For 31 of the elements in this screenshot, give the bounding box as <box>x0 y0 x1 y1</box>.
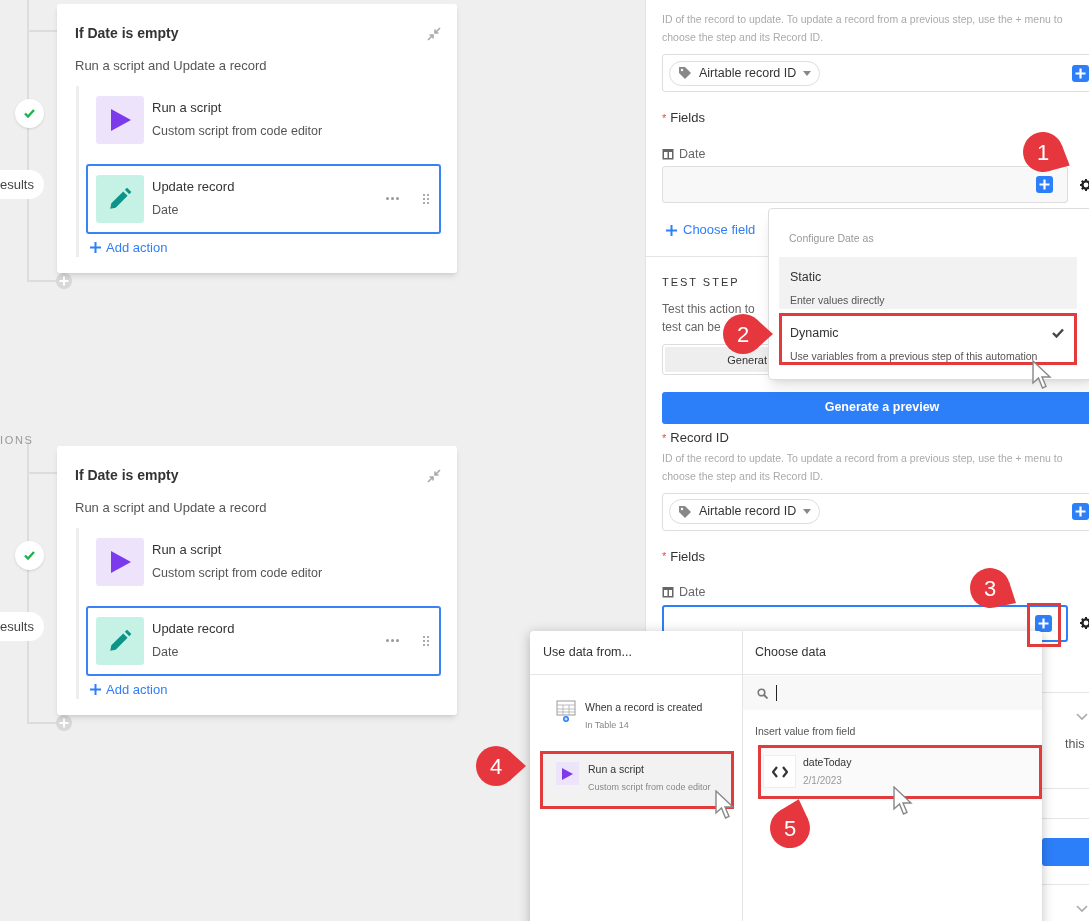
fields-label: Fields <box>670 547 705 566</box>
condition-subtitle: Run a script and Update a record <box>75 499 268 517</box>
action-subtitle: Custom script from code editor <box>152 123 324 141</box>
menu-heading: Configure Date as <box>788 231 875 246</box>
condition-title: If Date is empty <box>75 466 179 485</box>
required-mark: * <box>662 430 667 446</box>
field-label: Date <box>679 584 706 601</box>
action-title: Update record <box>152 177 236 196</box>
record-id-help: ID of the record to update. To update a record from a previous step, use the + menu to choose the step and its Record ID. <box>662 450 1064 484</box>
action-subtitle: Custom script from code editor <box>152 565 324 583</box>
condition-subtitle: Run a script and Update a record <box>75 57 268 75</box>
record-id-help: ID of the record to update. To update a record from a previous step, use the + menu to choose the step and its Record ID. <box>662 12 1064 45</box>
column-heading: Use data from... <box>543 644 632 662</box>
fields-label: Fields <box>670 109 705 127</box>
record-id-label: Record ID <box>670 429 729 447</box>
section-heading: TEST STEP <box>662 274 740 290</box>
group-label: Insert value from field <box>754 724 857 739</box>
condition-title: If Date is empty <box>75 24 179 43</box>
action-subtitle: Date <box>152 644 180 662</box>
test-step-text: test can be <box>662 319 721 334</box>
column-heading: Choose data <box>755 644 826 662</box>
action-subtitle: Date <box>152 202 180 220</box>
action-title: Update record <box>152 619 236 638</box>
required-mark: * <box>662 549 667 564</box>
section-label: IONS <box>0 433 34 448</box>
body-text: this <box>1065 736 1085 751</box>
required-mark: * <box>662 110 667 126</box>
action-title: Run a script <box>152 540 223 559</box>
test-step-text: Test this action to <box>662 301 755 316</box>
field-label: Date <box>679 145 706 163</box>
action-title: Run a script <box>152 98 223 117</box>
